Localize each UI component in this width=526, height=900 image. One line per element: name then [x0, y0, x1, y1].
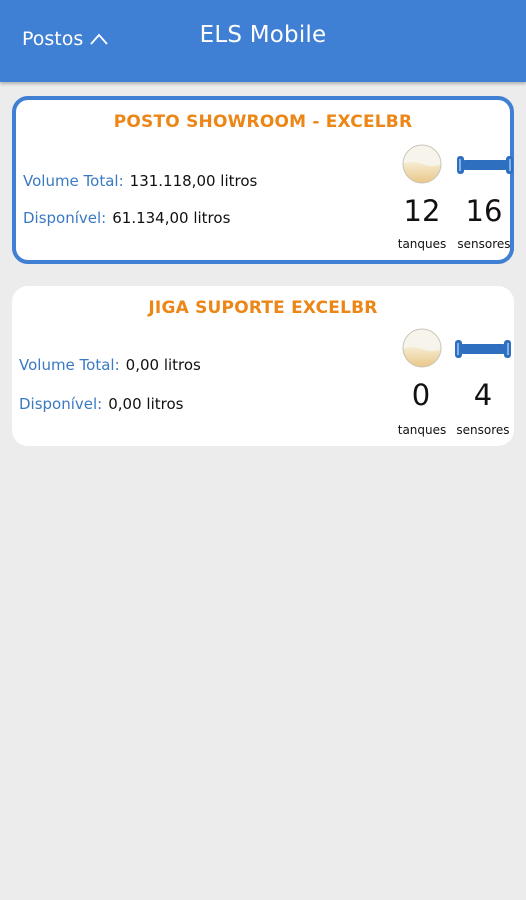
app-header: Postos ELS Mobile	[0, 0, 526, 82]
volume-total-value: 0,00 litros	[125, 356, 201, 374]
tanques-count: 12	[403, 194, 441, 228]
volume-total-row: Volume Total: 0,00 litros	[19, 356, 201, 374]
volume-total-value: 131.118,00 litros	[129, 172, 258, 190]
tanques-label: tanques	[397, 237, 447, 251]
tanques-label: tanques	[397, 423, 447, 437]
disponivel-value: 61.134,00 litros	[112, 209, 231, 227]
app-title: ELS Mobile	[199, 22, 327, 48]
sensores-label: sensores	[456, 423, 510, 437]
tank-level-icon	[402, 328, 442, 368]
disponivel-row: Disponível: 61.134,00 litros	[23, 209, 230, 227]
station-name: POSTO SHOWROOM - EXCELBR	[113, 112, 413, 132]
disponivel-label: Disponível:	[23, 209, 107, 227]
disponivel-row: Disponível: 0,00 litros	[19, 395, 183, 413]
sensor-icon	[455, 340, 511, 358]
sensor-icon	[457, 156, 513, 174]
station-card[interactable]: POSTO SHOWROOM - EXCELBR Volume Total: 13…	[12, 96, 514, 264]
station-card[interactable]: JIGA SUPORTE EXCELBR Volume Total: 0,00 l…	[12, 286, 514, 446]
station-name: JIGA SUPORTE EXCELBR	[148, 298, 378, 318]
disponivel-label: Disponível:	[19, 395, 103, 413]
sensores-count: 16	[465, 194, 503, 228]
volume-total-row: Volume Total: 131.118,00 litros	[23, 172, 257, 190]
disponivel-value: 0,00 litros	[108, 395, 184, 413]
sensores-count: 4	[473, 378, 493, 412]
sensores-label: sensores	[457, 237, 511, 251]
volume-total-label: Volume Total:	[19, 356, 120, 374]
volume-total-label: Volume Total:	[23, 172, 124, 190]
tank-level-icon	[402, 144, 442, 184]
tanques-count: 0	[411, 378, 431, 412]
